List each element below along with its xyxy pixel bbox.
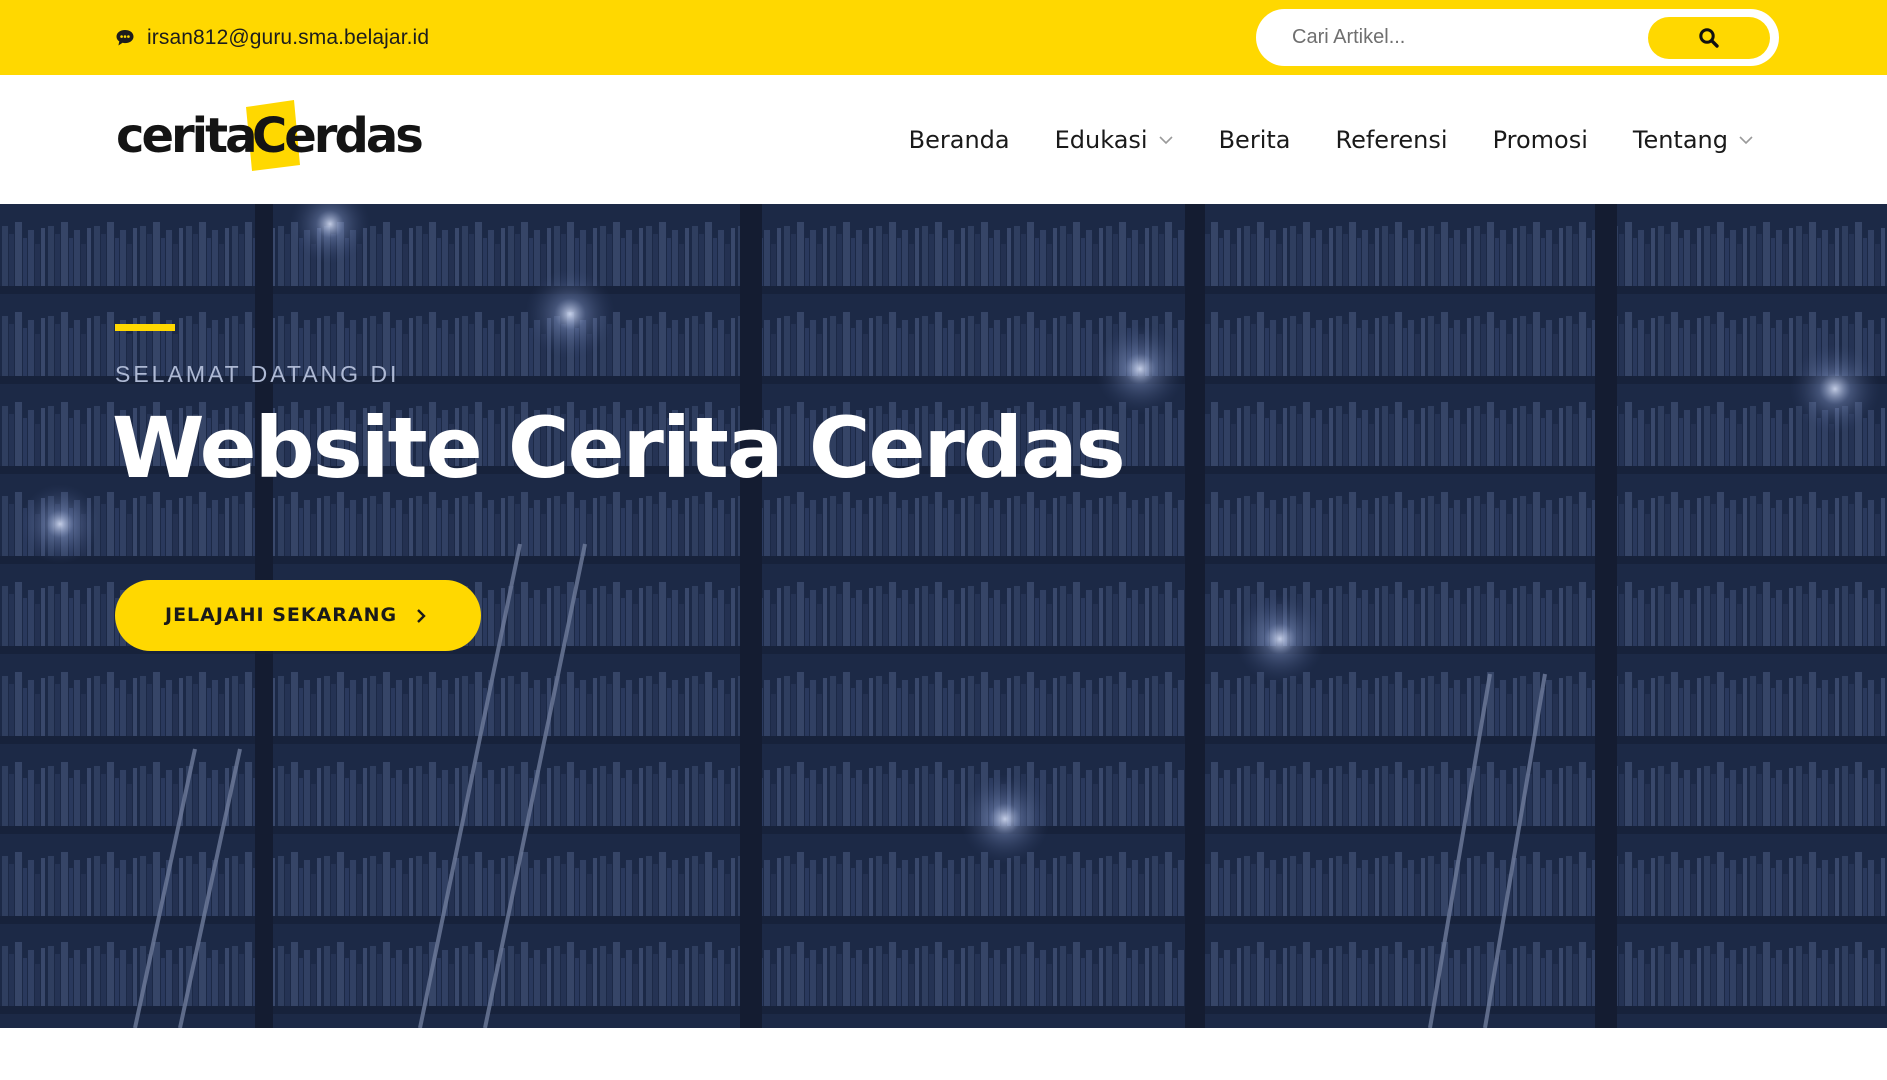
top-bar: irsan812@guru.sma.belajar.id [0, 0, 1887, 75]
site-header: cerita Cerdas Beranda Edukasi Berita Ref… [0, 75, 1887, 204]
nav-item-label: Referensi [1335, 125, 1448, 154]
nav-item-tentang[interactable]: Tentang [1633, 126, 1754, 154]
hero-kicker: SELAMAT DATANG DI [115, 361, 400, 387]
search-box [1256, 9, 1779, 66]
hero-banner: SELAMAT DATANG DI Website Cerita Cerdas … [0, 204, 1887, 1028]
hero-title: Website Cerita Cerdas [112, 399, 1126, 497]
hero-accent-bar [115, 324, 175, 331]
explore-now-button[interactable]: JELAJAHI SEKARANG [115, 580, 481, 651]
search-input[interactable] [1292, 19, 1632, 56]
main-nav: Beranda Edukasi Berita Referensi Promosi… [909, 75, 1754, 204]
chevron-down-icon [1739, 135, 1753, 144]
search-button[interactable] [1648, 17, 1770, 59]
explore-now-label: JELAJAHI SEKARANG [165, 604, 398, 626]
chevron-right-icon [417, 609, 426, 623]
search-icon [1699, 28, 1719, 48]
nav-item-label: Beranda [908, 125, 1010, 154]
nav-item-label: Promosi [1492, 125, 1588, 154]
nav-item-label: Edukasi [1054, 125, 1148, 154]
nav-item-label: Tentang [1632, 125, 1728, 154]
contact-email-text: irsan812@guru.sma.belajar.id [147, 26, 430, 49]
nav-item-label: Berita [1218, 125, 1291, 154]
chevron-down-icon [1159, 135, 1173, 144]
nav-item-referensi[interactable]: Referensi [1335, 126, 1447, 154]
logo-text-cerdas: Cerdas [252, 108, 422, 164]
nav-item-berita[interactable]: Berita [1219, 126, 1291, 154]
logo-text-cerita: cerita [116, 108, 254, 164]
site-logo[interactable]: cerita Cerdas [116, 97, 436, 183]
nav-item-promosi[interactable]: Promosi [1493, 126, 1588, 154]
nav-item-beranda[interactable]: Beranda [909, 126, 1010, 154]
chat-bubble-icon [116, 30, 134, 46]
nav-item-edukasi[interactable]: Edukasi [1055, 126, 1174, 154]
contact-email[interactable]: irsan812@guru.sma.belajar.id [115, 24, 429, 52]
